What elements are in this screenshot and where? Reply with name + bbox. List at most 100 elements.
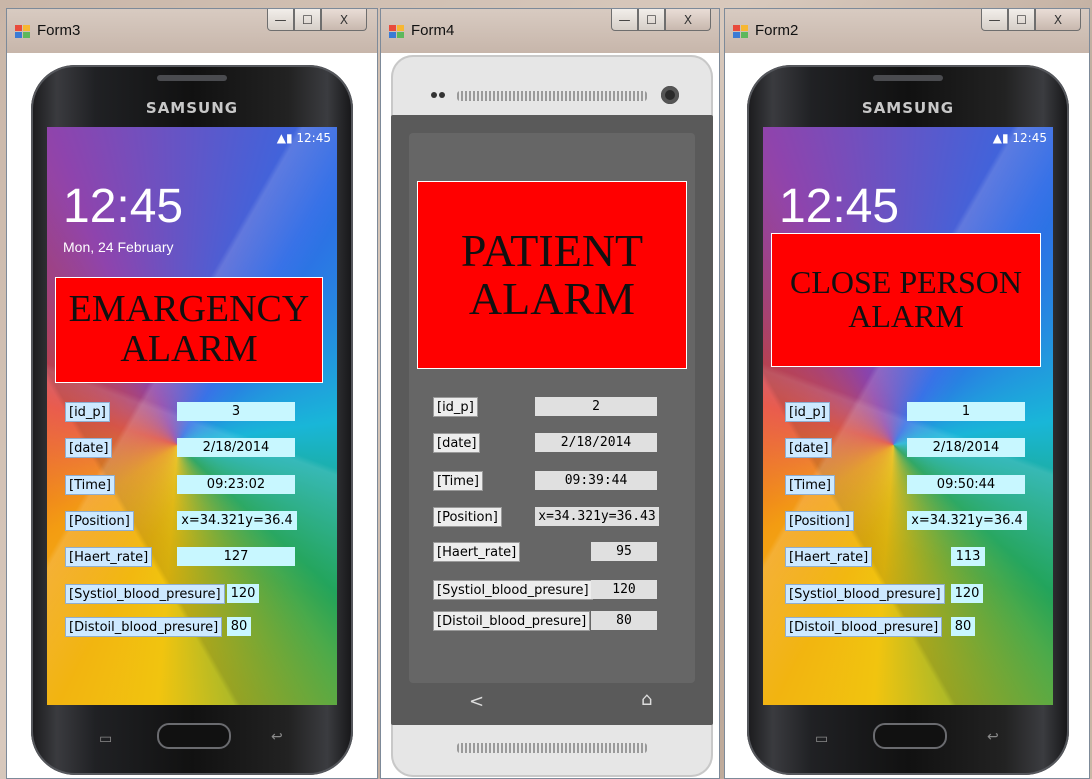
field-label-id: [id_p] <box>65 402 110 422</box>
field-value-systolic: 120 <box>951 584 983 603</box>
recent-apps-icon[interactable]: ▭ <box>99 731 112 747</box>
field-label-diastolic: [Distoil_blood_presure] <box>785 617 943 637</box>
maximize-button[interactable]: ☐ <box>638 9 665 31</box>
field-value-time: 09:50:44 <box>907 475 1025 494</box>
bottom-speaker-grille <box>457 743 647 753</box>
close-button[interactable]: X <box>321 9 367 31</box>
maximize-icon: ☐ <box>302 12 313 27</box>
minimize-icon: — <box>274 12 287 27</box>
close-icon: X <box>683 12 693 27</box>
form2-window: Form2 — ☐ X SAMSUNG ▲▮ 12:45 12:45 CLOSE… <box>724 8 1090 779</box>
field-label-position: [Position] <box>433 507 502 527</box>
form3-window: Form3 — ☐ X SAMSUNG ▲▮ 12:45 12:45 Mon, … <box>6 8 378 779</box>
back-icon[interactable]: < <box>469 691 484 712</box>
form4-window: Form4 — ☐ X PATIENT ALARM [id_p] 2 [date] <box>380 8 720 779</box>
phone-screen: PATIENT ALARM [id_p] 2 [date] 2/18/2014 [… <box>409 133 695 683</box>
field-label-systolic: [Systiol_blood_presure] <box>65 584 225 604</box>
top-speaker-grille <box>457 91 647 101</box>
field-label-heart-rate: [Haert_rate] <box>433 542 521 562</box>
maximize-button[interactable]: ☐ <box>294 9 321 31</box>
field-value-id: 1 <box>907 402 1025 421</box>
field-label-time: [Time] <box>433 471 483 491</box>
field-label-date: [date] <box>785 438 833 458</box>
window-title: Form3 <box>37 22 81 39</box>
emergency-alarm-banner: EMARGENCY ALARM <box>55 277 323 383</box>
field-value-diastolic: 80 <box>591 611 657 630</box>
field-label-position: [Position] <box>785 511 854 531</box>
lock-clock: 12:45 <box>779 180 900 233</box>
app-form-icon <box>389 25 405 39</box>
title-bar[interactable]: Form4 — ☐ X <box>381 9 719 53</box>
maximize-button[interactable]: ☐ <box>1008 9 1035 31</box>
field-value-id: 3 <box>177 402 295 421</box>
field-label-position: [Position] <box>65 511 134 531</box>
field-value-heart-rate: 127 <box>177 547 295 566</box>
back-icon[interactable]: ↩ <box>271 729 283 745</box>
field-label-time: [Time] <box>65 475 115 495</box>
front-camera-icon <box>661 86 679 104</box>
field-value-heart-rate: 113 <box>951 547 985 566</box>
field-value-position: x=34.321y=36.4 <box>177 511 297 530</box>
front-sensor-dots <box>431 91 445 99</box>
field-label-diastolic: [Distoil_blood_presure] <box>433 611 591 631</box>
field-value-heart-rate: 95 <box>591 542 657 561</box>
phone-screen: ▲▮ 12:45 12:45 Mon, 24 February EMARGENC… <box>47 127 337 705</box>
maximize-icon: ☐ <box>646 12 657 27</box>
minimize-icon: — <box>988 12 1001 27</box>
field-value-id: 2 <box>535 397 657 416</box>
field-label-date: [date] <box>65 438 113 458</box>
minimize-icon: — <box>618 12 631 27</box>
status-bar: ▲▮ 12:45 <box>276 131 331 145</box>
speaker-grille <box>873 75 943 81</box>
field-label-id: [id_p] <box>433 397 478 417</box>
back-icon[interactable]: ↩ <box>987 729 999 745</box>
field-value-systolic: 120 <box>591 580 657 599</box>
field-value-date: 2/18/2014 <box>535 433 657 452</box>
field-value-systolic: 120 <box>227 584 259 603</box>
app-form-icon <box>733 25 749 39</box>
htc-phone: PATIENT ALARM [id_p] 2 [date] 2/18/2014 [… <box>391 55 713 777</box>
form-client-area: PATIENT ALARM [id_p] 2 [date] 2/18/2014 [… <box>383 53 717 777</box>
close-icon: X <box>1053 12 1063 27</box>
phone-brand: SAMSUNG <box>145 99 239 117</box>
close-icon: X <box>339 12 349 27</box>
app-form-icon <box>15 25 31 39</box>
home-button[interactable] <box>873 723 947 749</box>
lock-date: Mon, 24 February <box>63 239 174 255</box>
lock-clock: 12:45 <box>63 180 184 233</box>
field-value-time: 09:39:44 <box>535 471 657 490</box>
field-label-heart-rate: [Haert_rate] <box>65 547 153 567</box>
field-label-date: [date] <box>433 433 481 453</box>
patient-alarm-banner: PATIENT ALARM <box>417 181 687 369</box>
field-label-systolic: [Systiol_blood_presure] <box>433 580 593 600</box>
field-label-heart-rate: [Haert_rate] <box>785 547 873 567</box>
title-bar[interactable]: Form3 — ☐ X <box>7 9 377 53</box>
field-value-diastolic: 80 <box>227 617 251 636</box>
field-value-date: 2/18/2014 <box>907 438 1025 457</box>
field-value-date: 2/18/2014 <box>177 438 295 457</box>
minimize-button[interactable]: — <box>611 9 638 31</box>
minimize-button[interactable]: — <box>981 9 1008 31</box>
field-value-position: x=34.321y=36.43 <box>535 507 659 526</box>
form-client-area: SAMSUNG ▲▮ 12:45 12:45 Mon, 24 February … <box>9 53 375 776</box>
field-value-time: 09:23:02 <box>177 475 295 494</box>
home-button[interactable] <box>157 723 231 749</box>
form-client-area: SAMSUNG ▲▮ 12:45 12:45 CLOSE PERSON ALARM… <box>727 53 1087 776</box>
close-person-alarm-banner: CLOSE PERSON ALARM <box>771 233 1041 367</box>
status-bar: ▲▮ 12:45 <box>992 131 1047 145</box>
minimize-button[interactable]: — <box>267 9 294 31</box>
field-label-id: [id_p] <box>785 402 830 422</box>
samsung-phone: SAMSUNG ▲▮ 12:45 12:45 CLOSE PERSON ALARM… <box>747 65 1069 775</box>
title-bar[interactable]: Form2 — ☐ X <box>725 9 1089 53</box>
samsung-phone: SAMSUNG ▲▮ 12:45 12:45 Mon, 24 February … <box>31 65 353 775</box>
close-button[interactable]: X <box>1035 9 1081 31</box>
maximize-icon: ☐ <box>1016 12 1027 27</box>
field-label-diastolic: [Distoil_blood_presure] <box>65 617 223 637</box>
recent-apps-icon[interactable]: ▭ <box>815 731 828 747</box>
close-button[interactable]: X <box>665 9 711 31</box>
field-value-position: x=34.321y=36.4 <box>907 511 1027 530</box>
field-label-time: [Time] <box>785 475 835 495</box>
phone-brand: SAMSUNG <box>861 99 955 117</box>
speaker-grille <box>157 75 227 81</box>
home-icon[interactable]: ⌂ <box>641 689 652 710</box>
